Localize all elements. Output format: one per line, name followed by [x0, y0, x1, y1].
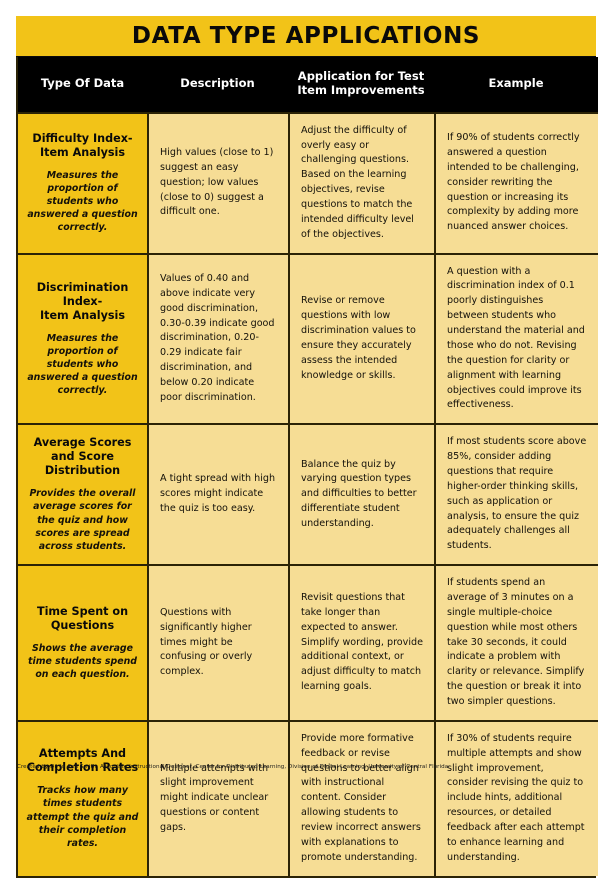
- cell-example: A question with a discrimination index o…: [434, 254, 598, 426]
- cell-description: A tight spread with high scores might in…: [147, 425, 288, 567]
- attribution-footer: Created by Dr. Jo Ann Smith, Associate I…: [17, 764, 449, 770]
- category-title: Discrimination Index- Item Analysis: [36, 280, 129, 322]
- cell-application: Balance the quiz by varying question typ…: [288, 425, 434, 567]
- column-header-type-of-data: Type Of Data: [18, 57, 147, 114]
- cell-application: Adjust the difficulty of overly easy or …: [288, 113, 434, 255]
- column-header-description: Description: [147, 57, 288, 114]
- table-grid: Type Of Data Description Application for…: [16, 57, 598, 878]
- category-title: Difficulty Index- Item Analysis: [32, 131, 133, 159]
- cell-example: If most students score above 85%, consid…: [434, 425, 598, 567]
- cell-description: Values of 0.40 and above indicate very g…: [147, 254, 288, 426]
- category-note: Measures the proportion of students who …: [27, 332, 138, 397]
- cell-application: Revise or remove questions with low disc…: [288, 254, 434, 426]
- category-note: Tracks how many times students attempt t…: [26, 785, 139, 849]
- category-note: Provides the overall average scores for …: [29, 488, 136, 552]
- category-title: Time Spent on Questions: [36, 604, 129, 632]
- infographic-page: DATA TYPE APPLICATIONS Type Of Data Desc…: [0, 0, 612, 878]
- category-title: Attempts And Completion Rates: [26, 747, 139, 775]
- table-row: Average Scores and Score Distribution Pr…: [18, 425, 147, 567]
- table-row: Attempts And Completion Rates Tracks how…: [18, 721, 147, 876]
- table-row: Discrimination Index- Item Analysis Meas…: [18, 254, 147, 426]
- cell-example: If students spend an average of 3 minute…: [434, 566, 598, 722]
- cell-application: Provide more formative feedback or revis…: [288, 721, 434, 876]
- data-type-applications-table: DATA TYPE APPLICATIONS Type Of Data Desc…: [16, 16, 598, 878]
- page-title: DATA TYPE APPLICATIONS: [131, 23, 481, 49]
- cell-description: Multiple attempts with slight improvemen…: [147, 721, 288, 876]
- column-header-application: Application for Test Item Improvements: [288, 57, 434, 114]
- cell-application: Revisit questions that take longer than …: [288, 566, 434, 722]
- cell-description: Questions with significantly higher time…: [147, 566, 288, 722]
- cell-example: If 90% of students correctly answered a …: [434, 113, 598, 255]
- title-banner: DATA TYPE APPLICATIONS: [16, 16, 596, 57]
- category-note: Measures the proportion of students who …: [27, 169, 138, 234]
- table-row: Time Spent on Questions Shows the averag…: [18, 566, 147, 722]
- category-title: Average Scores and Score Distribution: [33, 436, 132, 478]
- category-note: Shows the average time students spend on…: [28, 642, 137, 681]
- column-header-example: Example: [434, 57, 598, 114]
- cell-description: High values (close to 1) suggest an easy…: [147, 113, 288, 255]
- cell-example: If 30% of students require multiple atte…: [434, 721, 598, 876]
- table-row: Difficulty Index- Item Analysis Measures…: [18, 113, 147, 255]
